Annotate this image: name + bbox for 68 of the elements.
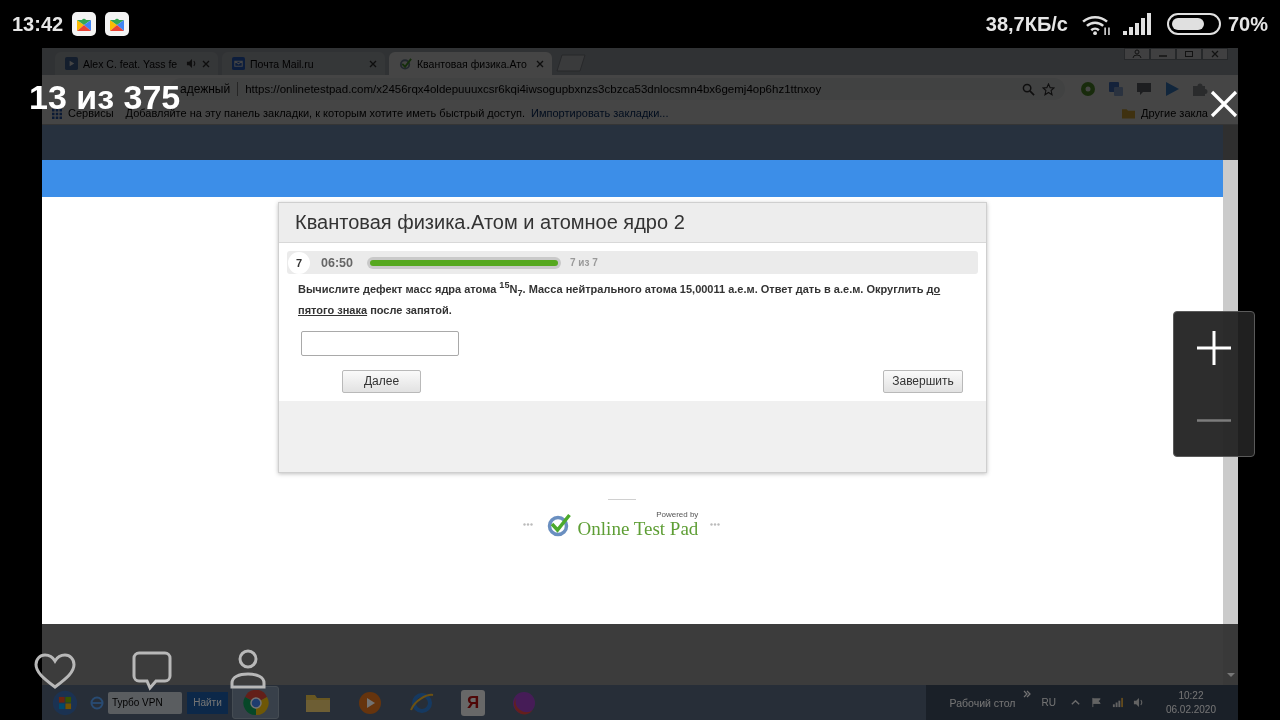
puzzle-icon [72,12,97,36]
checkmark-icon [399,57,412,70]
star-icon[interactable] [1042,82,1055,96]
bookmarks-hint-text: Добавляйте на эту панель закладки, к которым хотите иметь быстрый доступ. [125,108,526,119]
play-square-icon [65,57,78,70]
clock-text: 13:42 [12,12,64,36]
round-badge-icon[interactable] [1080,81,1096,97]
signal-icon [1122,13,1153,35]
battery-icon [1166,13,1221,35]
down-arrow-icon[interactable] [1226,673,1235,677]
battery-percent-text: 70% [1227,12,1268,36]
letter-tile-button[interactable]: Я [461,689,485,716]
sphere-icon[interactable] [511,689,537,716]
maximize-icon[interactable] [1176,48,1202,60]
question-text: Вычислите дефект масс ядра атома $^{15}$N$_{7}$. Масса нейтрального атома 15,00011 а.е.м. Ответ дать в а.е.м. Округлить до пятого знака после запятой. [298,279,942,318]
multicolor-circle-icon [242,689,269,716]
puzzle-piece-icon[interactable] [1192,81,1208,97]
test-title: Квантовая физика.Атом и атомное ядро 2 [295,211,685,234]
play-icon[interactable] [1164,81,1180,97]
search-icon[interactable] [1022,82,1035,96]
language-indicator[interactable]: RU [1041,697,1056,708]
next-button[interactable]: Далее [342,369,421,393]
comment-icon[interactable] [132,651,172,691]
taskbar-clock-text[interactable]: 10:22 [1178,690,1204,701]
browser-tab[interactable]: Квантовая физика.Ато [389,52,552,75]
network-speed-text: 38,7КБ/с [985,12,1068,36]
search-field[interactable]: Турбо VPN [108,691,182,714]
dots-icon [710,522,721,526]
answer-input[interactable] [301,330,459,356]
network-icon[interactable] [1111,697,1123,708]
overlapping-squares-icon[interactable] [1108,81,1124,97]
start-orb-icon[interactable] [52,689,78,716]
powered-by-text: Powered by [656,509,699,519]
taskbar-date-text[interactable]: 06.02.2020 [1165,704,1216,715]
flag-icon[interactable] [1090,697,1102,708]
other-bookmarks-link[interactable]: Другие закла [1141,108,1208,119]
minimize-icon[interactable] [1150,48,1176,60]
media-play-icon[interactable] [357,689,383,716]
chevron-up-icon[interactable] [1069,697,1081,708]
heart-icon[interactable] [33,652,77,690]
person-icon[interactable] [230,649,266,689]
browser-tab[interactable]: Почта Mail.ru [222,52,385,75]
chat-icon[interactable] [1136,81,1152,97]
finish-button[interactable]: Завершить [883,369,963,393]
minus-icon [1197,418,1231,422]
progress-label: 7 из 7 [570,257,598,268]
checkmark-logo-icon [545,511,572,538]
desktop-toolbar-label[interactable]: Рабочий стол [949,696,1016,709]
envelope-icon [232,57,245,70]
circle-bar-icon [90,695,104,710]
taskbar-app-button[interactable] [232,686,279,719]
plus-icon [1197,331,1231,365]
security-label[interactable]: адежный [180,82,231,96]
search-button[interactable]: Найти [187,691,228,714]
apps-grid-icon[interactable] [52,108,62,119]
logo-text[interactable]: Online Test Pad [577,518,699,539]
dots-icon [522,522,533,526]
speaker-icon[interactable] [1132,697,1144,708]
user-icon[interactable] [1124,48,1150,60]
speaker-icon[interactable] [186,58,197,69]
import-bookmarks-link[interactable]: Импортировать закладки... [531,108,669,119]
folder-icon [1122,108,1136,119]
apps-bookmark-link[interactable]: Сервисы [68,108,114,119]
url-text: https://onlinetestpad.com/x2456rqx4oldepuuuxcsr6kqi4iwsogupbxnzs3cbzca53dnlocsmn4bx6gemj4op6hz1ttnxoy [245,83,823,95]
double-chevron-icon[interactable] [1023,690,1032,698]
puzzle-icon [105,12,130,36]
timer-text: 06:50 [321,255,353,270]
question-number-badge: 7 [288,251,310,274]
